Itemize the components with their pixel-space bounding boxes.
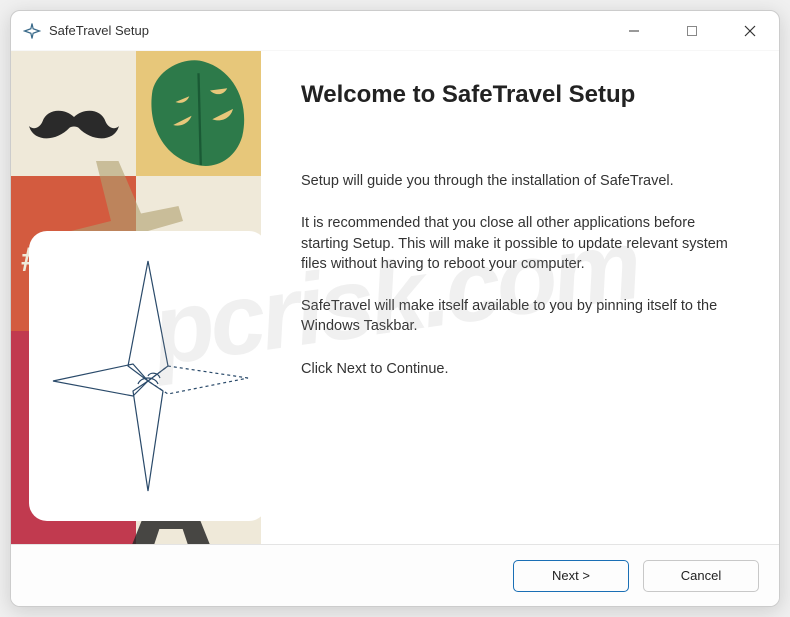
main-panel: Welcome to SafeTravel Setup Setup will g… bbox=[261, 51, 779, 544]
maximize-button[interactable] bbox=[663, 11, 721, 50]
close-button[interactable] bbox=[721, 11, 779, 50]
content-area: # Welcome to SafeTravel Setu bbox=[11, 51, 779, 544]
recommendation-paragraph: It is recommended that you close all oth… bbox=[301, 213, 739, 274]
monstera-leaf-icon bbox=[141, 56, 256, 171]
minimize-button[interactable] bbox=[605, 11, 663, 50]
titlebar: SafeTravel Setup bbox=[11, 11, 779, 51]
intro-paragraph: Setup will guide you through the install… bbox=[301, 171, 739, 191]
installer-window: SafeTravel Setup bbox=[10, 10, 780, 607]
next-button[interactable]: Next > bbox=[513, 560, 629, 592]
compass-graphic bbox=[29, 231, 261, 521]
app-icon bbox=[23, 22, 41, 40]
button-bar: Next > Cancel bbox=[11, 544, 779, 606]
taskbar-paragraph: SafeTravel will make itself available to… bbox=[301, 296, 739, 337]
page-heading: Welcome to SafeTravel Setup bbox=[301, 81, 739, 109]
cancel-button[interactable]: Cancel bbox=[643, 560, 759, 592]
window-title: SafeTravel Setup bbox=[49, 23, 605, 38]
sidebar-graphic: # bbox=[11, 51, 261, 544]
mustache-icon bbox=[29, 106, 119, 146]
window-controls bbox=[605, 11, 779, 50]
continue-paragraph: Click Next to Continue. bbox=[301, 359, 739, 379]
